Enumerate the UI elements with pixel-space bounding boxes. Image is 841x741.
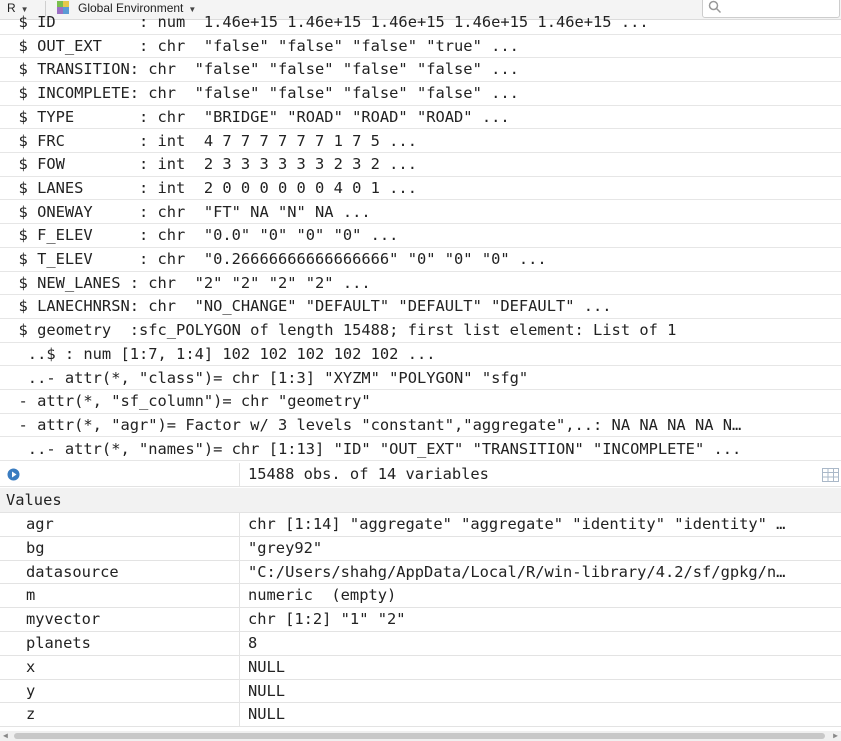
value-content: NULL — [248, 657, 286, 676]
str-output-line: $ geometry :sfc_POLYGON of length 15488;… — [0, 319, 841, 343]
value-name: m — [0, 584, 240, 608]
value-name: planets — [0, 632, 240, 655]
value-content: numeric (empty) — [248, 586, 397, 605]
grid-table-icon[interactable] — [822, 468, 839, 482]
value-name: bg — [0, 536, 240, 560]
value-content: chr [1:14] "aggregate" "aggregate" "iden… — [248, 515, 786, 533]
value-row[interactable]: agr chr [1:14] "aggregate" "aggregate" "i… — [0, 513, 841, 537]
value-name: myvector — [0, 608, 240, 631]
str-output-line: - attr(*, "agr")= Factor w/ 3 levels "co… — [0, 414, 841, 438]
str-output-line: $ ONEWAY : chr "FT" NA "N" NA ... — [0, 201, 841, 225]
value-name: agr — [0, 513, 240, 536]
value-name: x — [0, 655, 240, 679]
str-output-line: $ FRC : int 4 7 7 7 7 7 7 1 7 5 ... — [0, 130, 841, 154]
value-content: "grey92" — [248, 538, 323, 557]
str-output-line: $ FOW : int 2 3 3 3 3 3 3 2 3 2 ... — [0, 153, 841, 177]
str-output-line: $ T_ELEV : chr "0.26666666666666666" "0"… — [0, 248, 841, 272]
str-output-line: ..- attr(*, "names")= chr [1:13] "ID" "O… — [0, 438, 841, 462]
str-output-line: $ TRANSITION: chr "false" "false" "false… — [0, 58, 841, 82]
str-output-line: $ INCOMPLETE: chr "false" "false" "false… — [0, 82, 841, 106]
value-row[interactable]: x NULL — [0, 655, 841, 680]
str-output-line: $ NEW_LANES : chr "2" "2" "2" "2" ... — [0, 272, 841, 296]
str-output-line: ..$ : num [1:7, 1:4] 102 102 102 102 102… — [0, 343, 841, 367]
str-output-line: $ LANECHNRSN: chr "NO_CHANGE" "DEFAULT" … — [0, 295, 841, 319]
str-output-line: $ TYPE : chr "BRIDGE" "ROAD" "ROAD" "ROA… — [0, 106, 841, 130]
value-row[interactable]: bg "grey92" — [0, 536, 841, 561]
play-circle-icon[interactable] — [7, 468, 20, 481]
value-row[interactable]: myvector chr [1:2] "1" "2" — [0, 608, 841, 632]
value-content: "C:/Users/shahg/AppData/Local/R/win-libr… — [248, 562, 786, 581]
value-name: y — [0, 679, 240, 703]
str-output-line: ..- attr(*, "class")= chr [1:3] "XYZM" "… — [0, 367, 841, 391]
data-frame-row[interactable]: shapefile_df 15488 obs. of 14 variables — [0, 463, 841, 487]
value-row[interactable]: z NULL — [0, 703, 841, 728]
str-output-line: $ OUT_EXT : chr "false" "false" "false" … — [0, 35, 841, 59]
value-row[interactable]: y NULL — [0, 679, 841, 704]
value-content: NULL — [248, 705, 286, 724]
data-frame-name-cell: shapefile_df — [0, 463, 240, 486]
data-frame-summary: 15488 obs. of 14 variables — [248, 465, 489, 483]
str-output-line: $ ID : num 1.46e+15 1.46e+15 1.46e+15 1.… — [0, 11, 841, 35]
value-row[interactable]: m numeric (empty) — [0, 584, 841, 609]
horizontal-scrollbar[interactable]: ◀ ▶ — [0, 731, 841, 741]
str-output-line: $ F_ELEV : chr "0.0" "0" "0" "0" ... — [0, 224, 841, 248]
value-row[interactable]: datasource "C:/Users/shahg/AppData/Local/… — [0, 560, 841, 585]
value-name: z — [0, 703, 240, 727]
scroll-left-icon[interactable]: ◀ — [3, 732, 8, 740]
str-output-line: - attr(*, "sf_column")= chr "geometry" — [0, 390, 841, 414]
scroll-right-icon[interactable]: ▶ — [833, 732, 838, 740]
value-row[interactable]: planets 8 — [0, 632, 841, 656]
str-output-line: $ LANES : int 2 0 0 0 0 0 0 4 0 1 ... — [0, 177, 841, 201]
value-content: NULL — [248, 681, 286, 700]
value-content: 8 — [248, 634, 258, 652]
value-name: datasource — [0, 560, 240, 584]
scrollbar-thumb[interactable] — [14, 733, 825, 739]
values-section-header[interactable]: Values — [0, 488, 841, 513]
value-content: chr [1:2] "1" "2" — [248, 610, 406, 629]
